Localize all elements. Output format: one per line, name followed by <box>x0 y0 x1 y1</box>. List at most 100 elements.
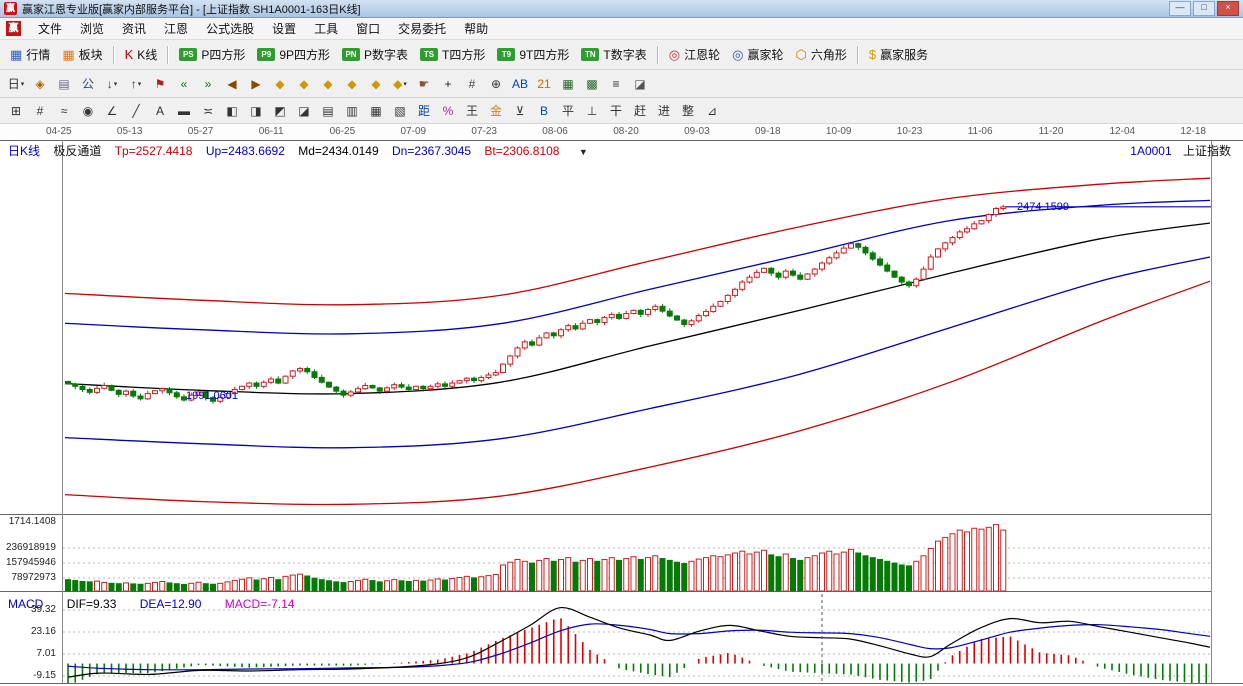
gann-diamond-2-icon[interactable]: ◆ <box>293 73 315 95</box>
hand-drag-icon[interactable]: ☛ <box>413 73 435 95</box>
9p-square-button[interactable]: P99P四方形 <box>251 44 336 65</box>
box-tool-1-icon[interactable]: ◧ <box>221 100 243 122</box>
list-window-icon[interactable]: ≡ <box>605 73 627 95</box>
9t-square-button[interactable]: T99T四方形 <box>491 44 575 65</box>
period-day-dropdown[interactable]: 日▾ <box>5 73 27 95</box>
last-bar-icon[interactable]: » <box>197 73 219 95</box>
formula-icon[interactable]: 公 <box>77 73 99 95</box>
date-tick: 10-23 <box>897 126 923 137</box>
zoom-icon: ⊕ <box>491 77 501 91</box>
t-square-button[interactable]: TST四方形 <box>414 44 491 65</box>
ab-compare-icon[interactable]: AB <box>509 73 531 95</box>
p-number-table-button[interactable]: PNP数字表 <box>336 44 414 65</box>
grid-fill-icon[interactable]: ▦ <box>365 100 387 122</box>
winner-wheel-button[interactable]: ◎赢家轮 <box>726 44 789 65</box>
gann-line-icon[interactable]: 干 <box>605 100 627 122</box>
box-tool-2-icon[interactable]: ◨ <box>245 100 267 122</box>
overlay-tool-icon[interactable]: ⊻ <box>509 100 531 122</box>
channel-name-label: 极反通道 <box>53 144 101 158</box>
indicator-diamond-icon[interactable]: ◈ <box>29 73 51 95</box>
flat-channel-icon[interactable]: 平 <box>557 100 579 122</box>
gann-diamond-3-icon[interactable]: ◆ <box>317 73 339 95</box>
prev-bar-icon[interactable]: ◀ <box>221 73 243 95</box>
distance-ruler-icon[interactable]: 距 <box>413 100 435 122</box>
first-bar-icon[interactable]: « <box>173 73 195 95</box>
sector-button[interactable]: ▦板块 <box>56 44 108 65</box>
low-annotation: 1991.0601 <box>186 390 238 402</box>
b-marker-icon[interactable]: B <box>533 100 555 122</box>
caret-down-icon: ▾ <box>403 80 407 88</box>
close-button[interactable]: × <box>1217 1 1239 16</box>
chart-window-icon[interactable]: ▦ <box>557 73 579 95</box>
gann-diamond-1-icon[interactable]: ◆ <box>269 73 291 95</box>
last-bar-icon: » <box>205 77 212 91</box>
angle-tool-icon[interactable]: ∠ <box>101 100 123 122</box>
flag-mark-icon[interactable]: ⚑ <box>149 73 171 95</box>
menu-item-browse[interactable]: 浏览 <box>71 20 113 38</box>
golden-section-icon[interactable]: 金 <box>485 100 507 122</box>
gann-diamond-5-icon[interactable]: ◆ <box>365 73 387 95</box>
box-tool-4-icon: ◪ <box>298 104 309 118</box>
box-tool-4-icon[interactable]: ◪ <box>293 100 315 122</box>
vol-axis-label: 236918919 <box>0 542 56 553</box>
minimize-button[interactable]: — <box>1169 1 1191 16</box>
advance-tool-icon[interactable]: 进 <box>653 100 675 122</box>
winner-service-button[interactable]: $赢家服务 <box>863 44 934 65</box>
quote-button[interactable]: ▦行情 <box>4 44 56 65</box>
hexagon-button[interactable]: ⬡六角形 <box>789 44 852 65</box>
grid-icon[interactable]: # <box>461 73 483 95</box>
menu-item-help[interactable]: 帮助 <box>455 20 497 38</box>
expand-dropdown[interactable]: ↑▾ <box>125 73 147 95</box>
text-tool-icon: A <box>156 104 164 118</box>
circle-tool-icon[interactable]: ◉ <box>77 100 99 122</box>
king-line-icon: 王 <box>466 102 478 119</box>
channel-dropdown[interactable]: ▼ <box>579 147 588 157</box>
lines-tool-2-icon[interactable]: ▥ <box>341 100 363 122</box>
grid-icon: # <box>469 77 476 91</box>
chart-window-2-icon[interactable]: ▩ <box>581 73 603 95</box>
p-square-button[interactable]: PSP四方形 <box>173 44 251 65</box>
maximize-button[interactable]: □ <box>1193 1 1215 16</box>
compress-dropdown[interactable]: ↓▾ <box>101 73 123 95</box>
menu-item-formula-pick[interactable]: 公式选股 <box>197 20 263 38</box>
gann-square-icon[interactable]: ⊞ <box>5 100 27 122</box>
parallel-tool-icon[interactable]: ≍ <box>197 100 219 122</box>
text-tool-icon[interactable]: A <box>149 100 171 122</box>
wave-tool-icon[interactable]: ≈ <box>53 100 75 122</box>
lines-tool-1-icon[interactable]: ▤ <box>317 100 339 122</box>
gann-diamond-6-dropdown[interactable]: ◆▾ <box>389 73 411 95</box>
split-window-icon[interactable]: ◪ <box>629 73 651 95</box>
channel-lines <box>65 178 1210 504</box>
perpendicular-icon[interactable]: ⊥ <box>581 100 603 122</box>
hatch-tool-icon[interactable]: ▧ <box>389 100 411 122</box>
t-number-table-button[interactable]: TNT数字表 <box>575 44 652 65</box>
menu-item-gann[interactable]: 江恩 <box>155 20 197 38</box>
crosshair-icon[interactable]: + <box>437 73 459 95</box>
box-tool-3-icon[interactable]: ◩ <box>269 100 291 122</box>
king-line-icon[interactable]: 王 <box>461 100 483 122</box>
gann-wheel-button[interactable]: ◎江恩轮 <box>663 44 726 65</box>
chase-tool-icon[interactable]: 赶 <box>629 100 651 122</box>
trend-line-icon[interactable]: ╱ <box>125 100 147 122</box>
triangle-tool-icon[interactable]: ⊿ <box>701 100 723 122</box>
kline-button[interactable]: KK线 <box>119 44 164 65</box>
percent-tool-icon[interactable]: % <box>437 100 459 122</box>
adjust-tool-icon[interactable]: 整 <box>677 100 699 122</box>
calendar-21-icon[interactable]: 21 <box>533 73 555 95</box>
time-grid-icon[interactable]: # <box>29 100 51 122</box>
zoom-icon[interactable]: ⊕ <box>485 73 507 95</box>
menu-item-news[interactable]: 资讯 <box>113 20 155 38</box>
menu-item-trade[interactable]: 交易委托 <box>389 20 455 38</box>
flat-channel-icon: 平 <box>562 102 574 119</box>
menu-item-file[interactable]: 文件 <box>29 20 71 38</box>
report-panel-icon[interactable]: ▤ <box>53 73 75 95</box>
parallel-tool-icon: ≍ <box>203 104 213 118</box>
gann-diamond-4-icon[interactable]: ◆ <box>341 73 363 95</box>
channel-line-tp <box>65 178 1210 305</box>
menu-item-tools[interactable]: 工具 <box>305 20 347 38</box>
p-square-button-label: P四方形 <box>201 46 245 63</box>
menu-item-window[interactable]: 窗口 <box>347 20 389 38</box>
next-bar-icon[interactable]: ▶ <box>245 73 267 95</box>
menu-item-settings[interactable]: 设置 <box>263 20 305 38</box>
hline-tool-icon[interactable]: ▬ <box>173 100 195 122</box>
